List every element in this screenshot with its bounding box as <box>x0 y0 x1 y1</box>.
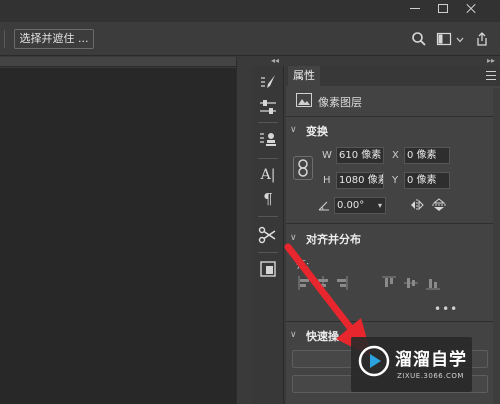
watermark-title: 溜溜自学 <box>395 350 467 370</box>
watermark: 溜溜自学 ZIXUE.3066.COM <box>351 337 472 392</box>
watermark-url: ZIXUE.3066.COM <box>397 372 464 380</box>
annotation-arrow-shaft <box>284 243 356 334</box>
watermark-logo-icon <box>358 345 390 377</box>
